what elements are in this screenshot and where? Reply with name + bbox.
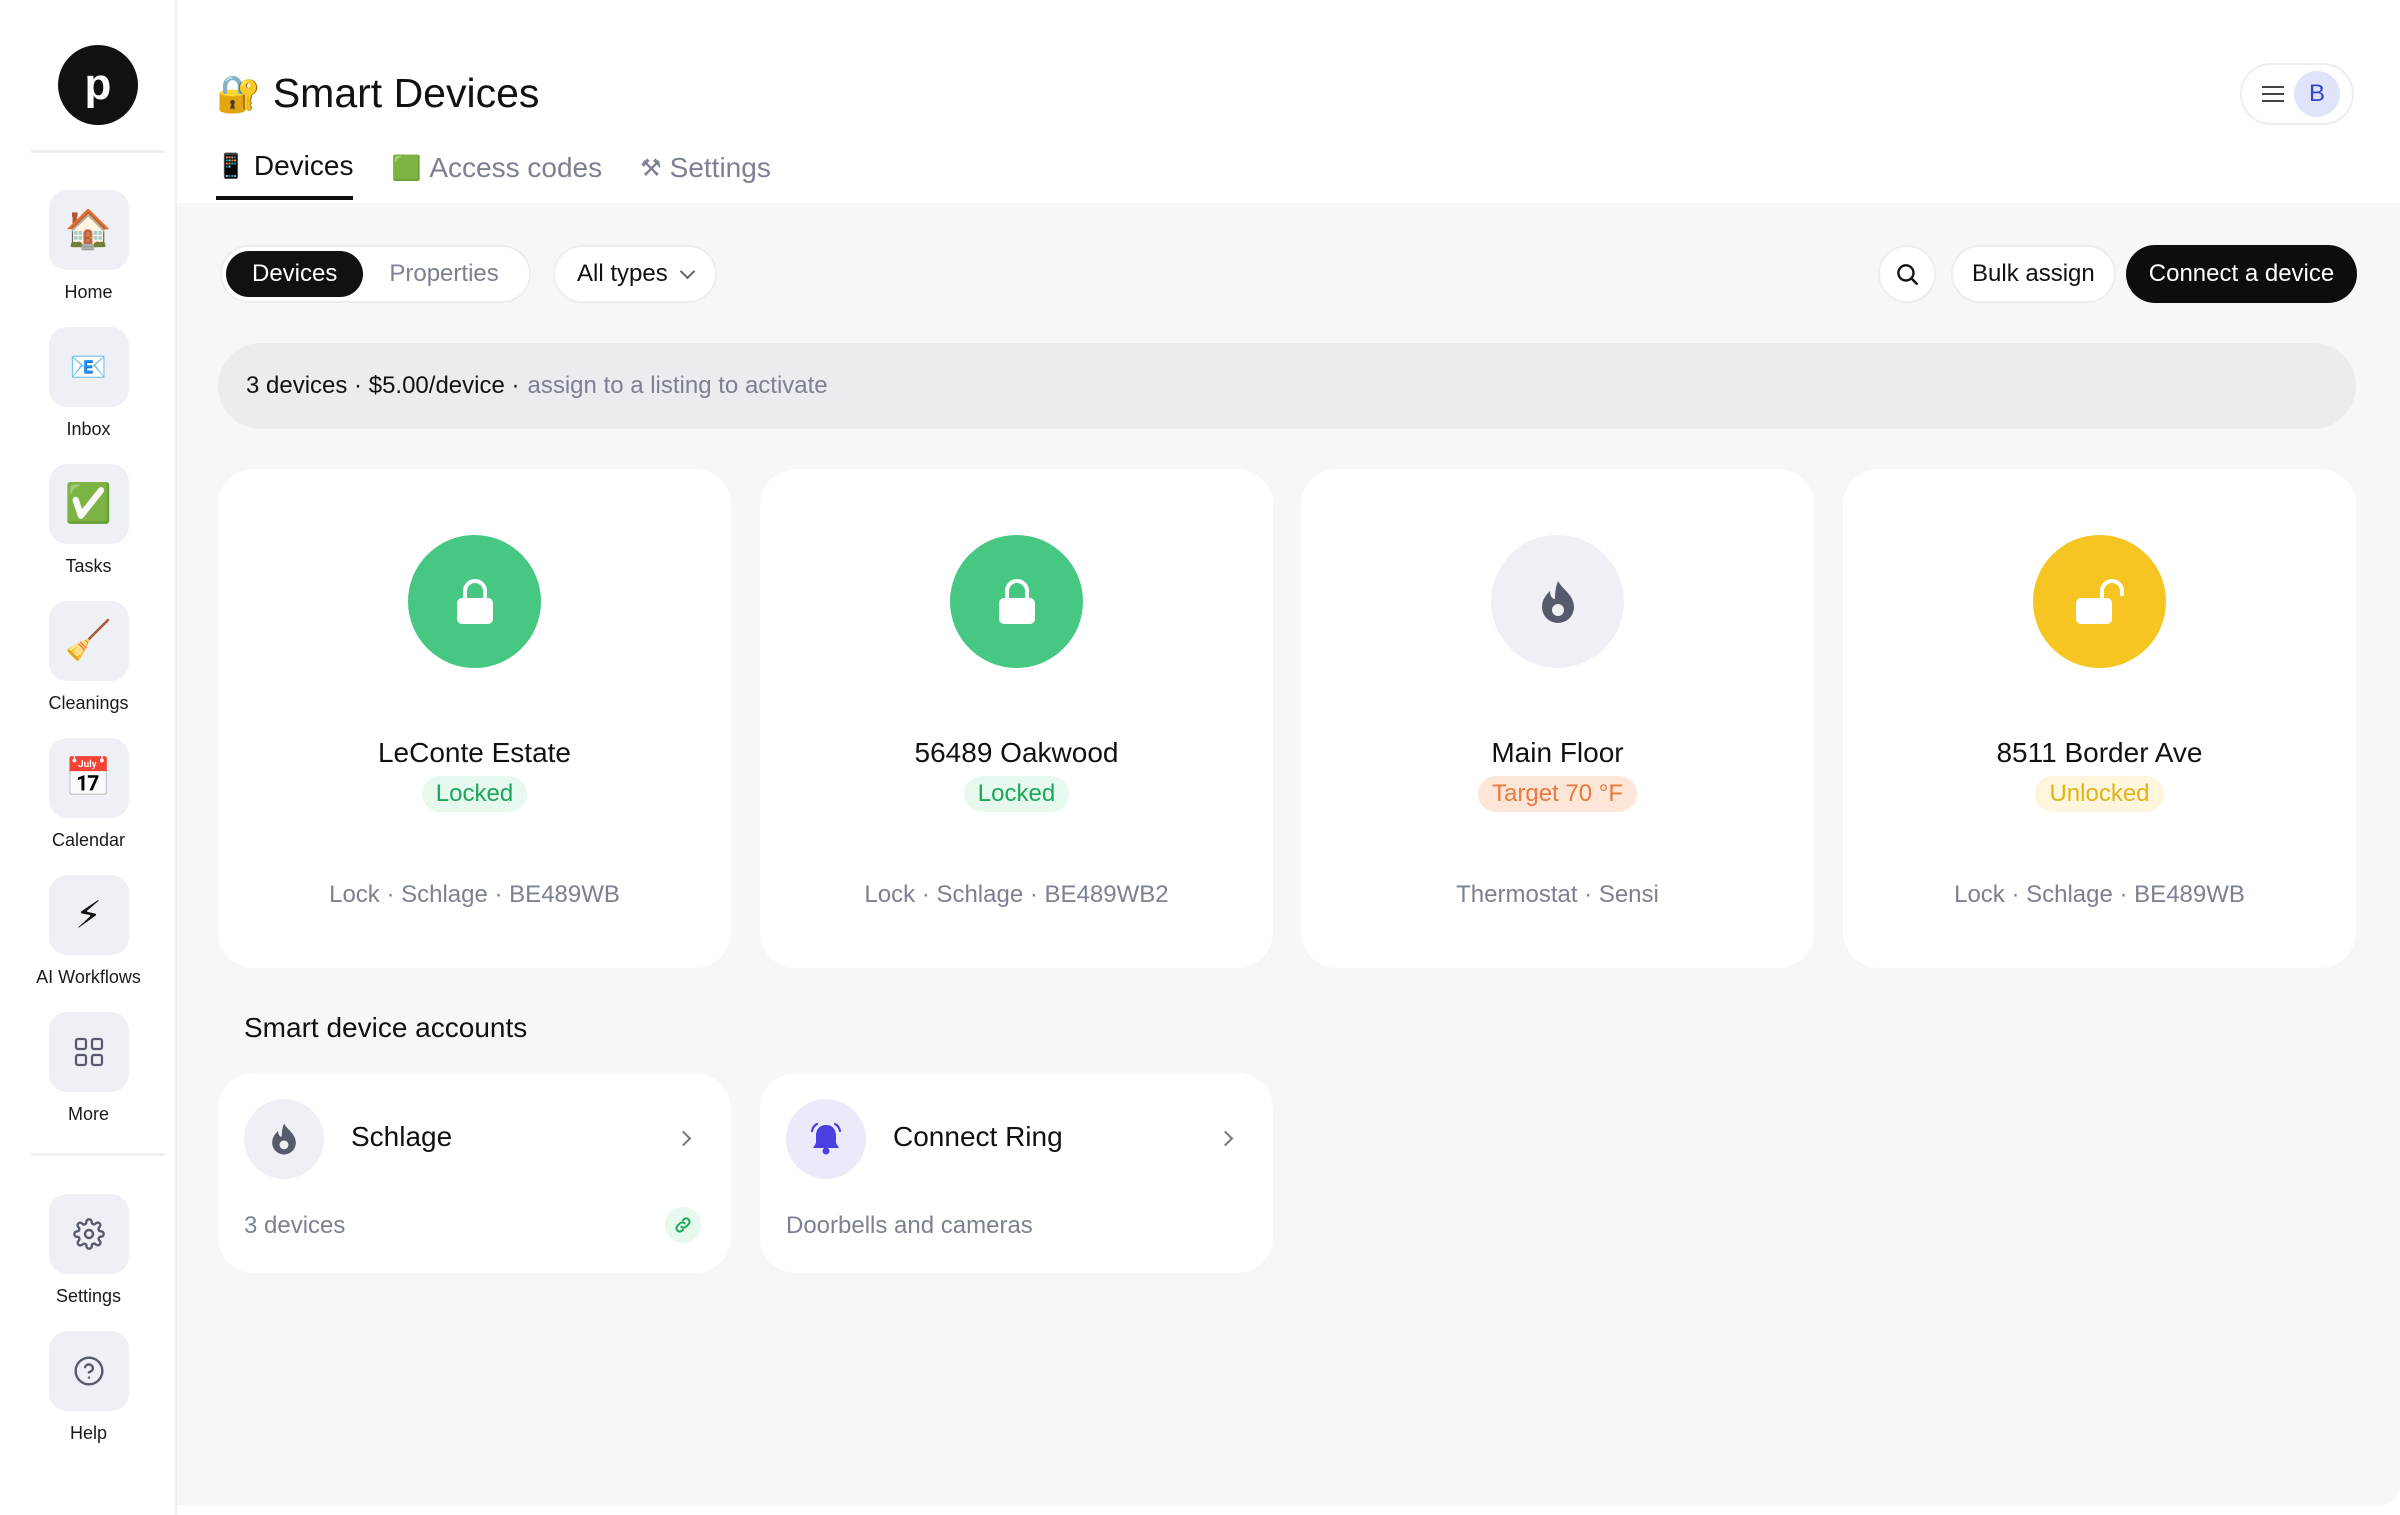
flame-icon xyxy=(1491,535,1624,668)
sidebar-item-label: Tasks xyxy=(65,556,112,576)
chevron-right-icon xyxy=(1217,1130,1234,1147)
sidebar-divider xyxy=(31,150,165,153)
page-title: 🔐 Smart Devices xyxy=(216,70,539,117)
keypad-icon: 🟩 xyxy=(391,154,422,182)
tools-icon: ⚒ xyxy=(640,154,662,182)
sidebar-item-settings[interactable]: Settings xyxy=(0,1194,177,1307)
status-badge: Locked xyxy=(421,776,528,812)
search-button[interactable] xyxy=(1878,245,1936,303)
sidebar-item-label: Settings xyxy=(55,1286,122,1306)
grid-icon xyxy=(48,1012,129,1092)
flame-icon xyxy=(244,1099,324,1179)
device-meta: Lock · Schlage · BE489WB xyxy=(1954,881,2245,908)
lock-key-icon: 🔐 xyxy=(216,72,261,114)
device-card[interactable]: LeConte Estate Locked Lock · Schlage · B… xyxy=(218,469,731,968)
sidebar-item-label: Help xyxy=(69,1423,108,1443)
lightning-icon: ⚡ xyxy=(48,875,129,955)
account-subtitle: 3 devices xyxy=(244,1212,346,1239)
device-meta: Thermostat · Sensi xyxy=(1456,881,1659,908)
sidebar-item-ai-workflows[interactable]: ⚡ AI Workflows xyxy=(0,875,177,988)
account-card-schlage[interactable]: Schlage 3 devices xyxy=(218,1073,731,1273)
device-name: 8511 Border Ave xyxy=(1996,737,2203,768)
tab-access-codes[interactable]: 🟩 Access codes xyxy=(391,150,602,200)
banner-summary: 3 devices · $5.00/device · xyxy=(246,372,520,399)
device-meta: Lock · Schlage · BE489WB xyxy=(329,881,620,908)
sidebar-item-label: Cleanings xyxy=(48,693,129,713)
sidebar: p 🏠 Home 📧 Inbox ✅ Tasks 🧹 Cleanings 📅 C… xyxy=(0,0,177,1515)
app-logo[interactable]: p xyxy=(58,45,138,125)
device-name: Main Floor xyxy=(1491,737,1624,768)
sidebar-item-inbox[interactable]: 📧 Inbox xyxy=(0,327,177,440)
home-icon: 🏠 xyxy=(48,190,129,270)
menu-icon[interactable] xyxy=(2262,86,2284,102)
tab-label: Devices xyxy=(253,150,354,181)
sidebar-item-label: More xyxy=(67,1104,109,1124)
device-meta: Lock · Schlage · BE489WB2 xyxy=(864,881,1169,908)
accounts-section-title: Smart device accounts xyxy=(244,1012,528,1043)
type-filter-dropdown[interactable]: All types xyxy=(553,245,717,303)
gear-icon xyxy=(48,1194,129,1274)
sidebar-item-calendar[interactable]: 📅 Calendar xyxy=(0,738,177,851)
device-name: 56489 Oakwood xyxy=(914,737,1119,768)
status-badge: Target 70 °F xyxy=(1478,776,1637,812)
connect-device-button[interactable]: Connect a device xyxy=(2126,245,2357,303)
phone-icon: 📱 xyxy=(216,152,246,180)
bulk-assign-button[interactable]: Bulk assign xyxy=(1951,245,2116,303)
chevron-down-icon xyxy=(679,263,695,279)
tab-label: Access codes xyxy=(429,152,603,183)
tasks-icon: ✅ xyxy=(48,464,129,544)
account-card-ring[interactable]: Connect Ring Doorbells and cameras xyxy=(760,1073,1273,1273)
sidebar-item-help[interactable]: Help xyxy=(0,1331,177,1444)
tab-settings[interactable]: ⚒ Settings xyxy=(640,150,771,200)
device-name: LeConte Estate xyxy=(377,737,572,768)
device-card[interactable]: 8511 Border Ave Unlocked Lock · Schlage … xyxy=(1843,469,2356,968)
segment-devices[interactable]: Devices xyxy=(226,251,364,297)
calendar-icon: 📅 xyxy=(48,738,129,818)
status-badge: Unlocked xyxy=(2035,776,2164,812)
status-badge: Locked xyxy=(963,776,1070,812)
account-menu[interactable]: B xyxy=(2240,63,2354,125)
inbox-icon: 📧 xyxy=(48,327,129,407)
sidebar-divider xyxy=(31,1153,165,1156)
segment-properties[interactable]: Properties xyxy=(363,251,524,297)
sidebar-item-cleanings[interactable]: 🧹 Cleanings xyxy=(0,601,177,714)
sidebar-item-label: AI Workflows xyxy=(36,967,141,987)
page-title-text: Smart Devices xyxy=(272,70,540,116)
account-name: Connect Ring xyxy=(893,1121,1063,1152)
search-icon xyxy=(1897,264,1918,285)
sidebar-item-tasks[interactable]: ✅ Tasks xyxy=(0,464,177,577)
chevron-right-icon xyxy=(675,1130,692,1147)
avatar[interactable]: B xyxy=(2294,71,2340,117)
account-name: Schlage xyxy=(351,1121,453,1152)
tab-devices[interactable]: 📱 Devices xyxy=(216,150,354,200)
lock-closed-icon xyxy=(408,535,541,668)
view-segmented-control: Devices Properties xyxy=(220,245,531,303)
sidebar-item-home[interactable]: 🏠 Home xyxy=(0,190,177,303)
app-window: p 🏠 Home 📧 Inbox ✅ Tasks 🧹 Cleanings 📅 C… xyxy=(0,0,2400,1515)
broom-icon: 🧹 xyxy=(48,601,129,681)
help-icon xyxy=(48,1331,129,1411)
sidebar-item-label: Calendar xyxy=(51,830,126,850)
tab-label: Settings xyxy=(669,152,771,183)
sidebar-item-label: Home xyxy=(64,282,113,302)
sidebar-item-label: Inbox xyxy=(66,419,111,439)
bell-icon xyxy=(786,1099,866,1179)
banner-hint: assign to a listing to activate xyxy=(527,372,828,399)
device-card[interactable]: Main Floor Target 70 °F Thermostat · Sen… xyxy=(1301,469,1814,968)
billing-banner: 3 devices · $5.00/device · assign to a l… xyxy=(218,343,2356,429)
sidebar-item-more[interactable]: More xyxy=(0,1012,177,1125)
link-icon xyxy=(665,1207,701,1243)
type-filter-value: All types xyxy=(577,260,668,287)
lock-closed-icon xyxy=(950,535,1083,668)
lock-open-icon xyxy=(2033,535,2166,668)
account-subtitle: Doorbells and cameras xyxy=(786,1212,1033,1239)
device-card[interactable]: 56489 Oakwood Locked Lock · Schlage · BE… xyxy=(760,469,1273,968)
tab-bar: 📱 Devices 🟩 Access codes ⚒ Settings xyxy=(216,150,771,200)
